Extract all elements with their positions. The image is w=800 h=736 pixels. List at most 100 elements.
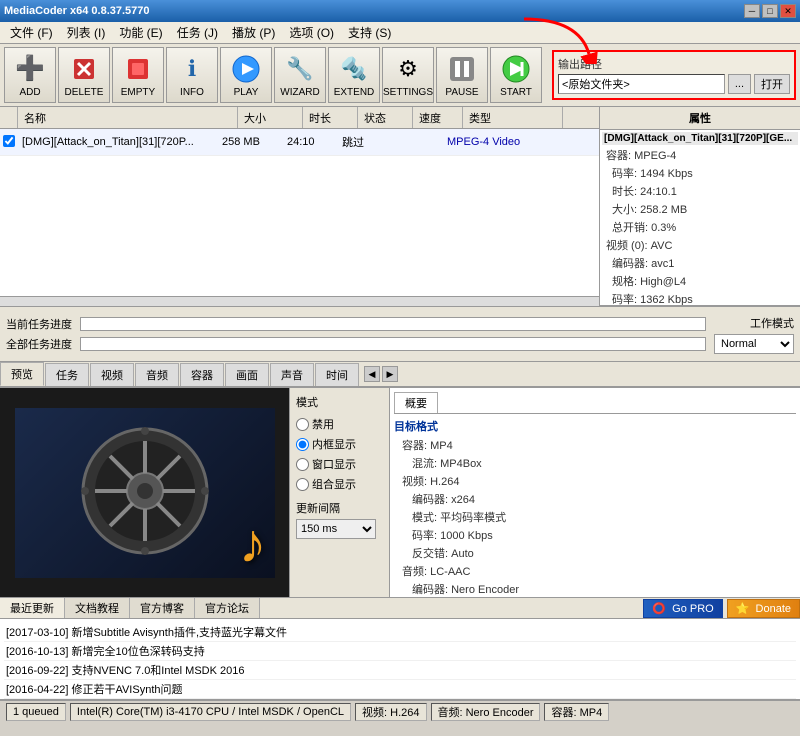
minimize-button[interactable]: ─	[744, 4, 760, 18]
news-tab-blog[interactable]: 官方博客	[130, 598, 195, 618]
close-button[interactable]: ✕	[780, 4, 796, 18]
donate-button[interactable]: ⭐ Donate	[727, 599, 800, 618]
info-icon: ℹ	[176, 53, 208, 85]
menu-task[interactable]: 任务 (J)	[171, 22, 224, 43]
tab-summary[interactable]: 概要	[394, 392, 438, 413]
target-format-title: 目标格式	[394, 418, 796, 434]
prop-container: 容器: MPEG-4	[602, 146, 798, 164]
tab-time[interactable]: 时间	[315, 363, 359, 386]
play-icon	[230, 53, 262, 85]
progress-area: 当前任务进度 全部任务进度 工作模式 Normal	[0, 307, 800, 362]
menu-play[interactable]: 播放 (P)	[226, 22, 281, 43]
gopro-button[interactable]: ⭕ Go PRO	[643, 599, 722, 618]
tab-sound[interactable]: 声音	[270, 363, 314, 386]
news-tab-forum[interactable]: 官方论坛	[195, 598, 260, 618]
gopro-label: Go PRO	[672, 603, 714, 615]
news-text-1: 新增完全10位色深转码支持	[71, 646, 204, 658]
browse-button[interactable]: ...	[728, 74, 751, 94]
work-mode-label: 工作模式	[750, 315, 794, 331]
tab-picture[interactable]: 画面	[225, 363, 269, 386]
play-button[interactable]: PLAY	[220, 47, 272, 103]
prop-video-bitrate: 码率: 1362 Kbps	[602, 290, 798, 305]
prop-filesize: 大小: 258.2 MB	[602, 200, 798, 218]
tab-video[interactable]: 视频	[90, 363, 134, 386]
menu-options[interactable]: 选项 (O)	[283, 22, 340, 43]
file-list-scrollbar-h[interactable]	[0, 296, 599, 306]
open-folder-button[interactable]: 打开	[754, 74, 790, 94]
table-row[interactable]: [DMG][Attack_on_Titan][31][720P... 258 M…	[0, 129, 599, 156]
mode-disabled[interactable]: 禁用	[296, 416, 383, 432]
prop-video: 视频 (0): AVC	[602, 236, 798, 254]
mode-window[interactable]: 窗口显示	[296, 456, 383, 472]
info-button[interactable]: ℹ INFO	[166, 47, 218, 103]
list-item: [2016-10-13] 新增完全10位色深转码支持	[4, 642, 796, 661]
tab-prev-button[interactable]: ◀	[364, 366, 380, 382]
empty-button[interactable]: EMPTY	[112, 47, 164, 103]
mode-inner[interactable]: 内框显示	[296, 436, 383, 452]
start-icon	[500, 53, 532, 85]
props-scrollbar-h[interactable]	[600, 305, 800, 306]
start-button[interactable]: START	[490, 47, 542, 103]
settings-button[interactable]: ⚙ SETTINGS	[382, 47, 434, 103]
add-button[interactable]: ➕ ADD	[4, 47, 56, 103]
mode-combined[interactable]: 组合显示	[296, 476, 383, 492]
properties-header: 属性	[600, 107, 800, 130]
menu-bar: 文件 (F) 列表 (I) 功能 (E) 任务 (J) 播放 (P) 选项 (O…	[0, 22, 800, 44]
menu-function[interactable]: 功能 (E)	[113, 22, 168, 43]
donate-star-icon: ⭐	[736, 603, 750, 615]
summary-mux: 混流: MP4Box	[394, 454, 796, 472]
preview-panel: ♪	[0, 388, 290, 597]
menu-list[interactable]: 列表 (I)	[61, 22, 112, 43]
pause-button[interactable]: PAUSE	[436, 47, 488, 103]
list-item: [2016-04-22] 修正若干AVISynth问题	[4, 680, 796, 699]
work-mode-box: 工作模式 Normal	[714, 315, 794, 354]
update-interval-select[interactable]: 150 ms	[296, 519, 376, 539]
window-controls: ─ □ ✕	[744, 4, 796, 18]
title-bar: MediaCoder x64 0.8.37.5770 ─ □ ✕	[0, 0, 800, 22]
tab-container[interactable]: 容器	[180, 363, 224, 386]
prop-encoder: 编码器: avc1	[602, 254, 798, 272]
pause-icon	[446, 53, 478, 85]
col-header-speed: 速度	[413, 107, 463, 128]
file-list-header: 名称 大小 时长 状态 速度 类型	[0, 107, 599, 129]
current-progress-bar	[80, 317, 706, 331]
tab-audio[interactable]: 音频	[135, 363, 179, 386]
col-header-size: 大小	[238, 107, 303, 128]
news-text-3: 修正若干AVISynth问题	[71, 684, 182, 696]
gopro-icon: ⭕	[652, 603, 666, 615]
delete-button[interactable]: DELETE	[58, 47, 110, 103]
current-progress-label: 当前任务进度	[6, 316, 72, 332]
maximize-button[interactable]: □	[762, 4, 778, 18]
total-progress-bar	[80, 337, 706, 351]
tab-next-button[interactable]: ▶	[382, 366, 398, 382]
wizard-button[interactable]: 🔧 WIZARD	[274, 47, 326, 103]
progress-bars	[80, 317, 706, 351]
col-header-status: 状态	[358, 107, 413, 128]
col-header-duration: 时长	[303, 107, 358, 128]
delete-icon	[68, 53, 100, 85]
row-checkbox[interactable]	[0, 135, 18, 150]
preview-bg: ♪	[15, 408, 275, 578]
tab-preview[interactable]: 预览	[0, 362, 44, 386]
menu-support[interactable]: 支持 (S)	[342, 22, 397, 43]
news-tab-latest[interactable]: 最近更新	[0, 598, 65, 618]
menu-file[interactable]: 文件 (F)	[4, 22, 59, 43]
news-tabs-row: 最近更新 文档教程 官方博客 官方论坛 ⭕ Go PRO ⭐ Donate	[0, 598, 800, 619]
mode-title: 模式	[296, 394, 383, 410]
empty-icon	[122, 53, 154, 85]
col-header-type: 类型	[463, 107, 563, 128]
news-text-2: 支持NVENC 7.0和Intel MSDK 2016	[71, 665, 244, 677]
tab-task[interactable]: 任务	[45, 363, 89, 386]
work-mode-select[interactable]: Normal	[714, 334, 794, 354]
properties-panel: 属性 [DMG][Attack_on_Titan][31][720P][GE..…	[600, 107, 800, 306]
output-path-input[interactable]	[558, 74, 725, 94]
news-date-2: [2016-09-22]	[6, 665, 68, 677]
total-progress-label: 全部任务进度	[6, 336, 72, 352]
extend-icon: 🔩	[338, 53, 370, 85]
properties-file-title: [DMG][Attack_on_Titan][31][720P][GE...	[602, 132, 798, 145]
extend-button[interactable]: 🔩 EXTEND	[328, 47, 380, 103]
news-area: 最近更新 文档教程 官方博客 官方论坛 ⭕ Go PRO ⭐ Donate [2…	[0, 598, 800, 700]
news-tab-docs[interactable]: 文档教程	[65, 598, 130, 618]
summary-video: 视频: H.264	[394, 472, 796, 490]
prop-duration: 时长: 24:10.1	[602, 182, 798, 200]
